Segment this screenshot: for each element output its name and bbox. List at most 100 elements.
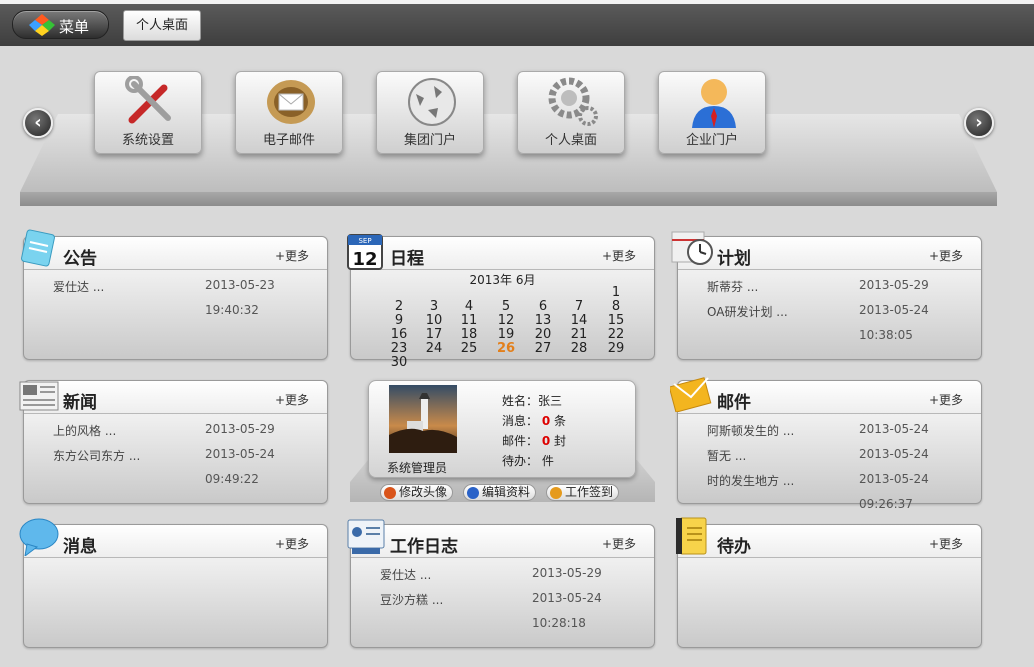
menu-label: 菜单 [59, 18, 90, 36]
clock-calendar-icon [671, 231, 713, 265]
calendar-day[interactable]: 24 [422, 341, 446, 356]
tools-icon [125, 76, 171, 124]
calendar-day[interactable]: 12 [494, 313, 518, 328]
calendar-day[interactable]: 28 [567, 341, 591, 356]
calendar-day[interactable]: 29 [604, 341, 628, 356]
calendar-day[interactable]: 21 [567, 327, 591, 342]
calendar-icon-day: 12 [352, 249, 377, 270]
message-count: 0 [541, 414, 551, 428]
calendar-day[interactable]: 18 [457, 327, 481, 342]
calendar-day[interactable]: 4 [457, 299, 481, 314]
gears-icon [548, 77, 598, 126]
calendar-day[interactable]: 11 [457, 313, 481, 328]
globe-icon [408, 78, 456, 126]
calendar-day[interactable]: 2 [387, 299, 411, 314]
edit-profile-button[interactable]: 编辑资料 [463, 484, 537, 501]
profile-card: 系统管理员 姓名：张三 消息： 0 条 邮件： 0 封 待办： 件 [368, 380, 636, 478]
user-icon [384, 487, 396, 499]
scroll-right-arrow-icon[interactable]: › [964, 108, 994, 138]
calendar-day[interactable]: 26 [494, 341, 518, 356]
mailbox-icon [267, 80, 315, 124]
tab-personal-desktop[interactable]: 个人桌面 [123, 10, 201, 41]
calendar-day[interactable]: 10 [422, 313, 446, 328]
avatar[interactable] [389, 385, 457, 453]
clock-icon [550, 487, 562, 499]
calendar-icon: SEP 12 [347, 234, 383, 270]
more-link[interactable]: +更多 [275, 247, 309, 264]
envelope-icon [670, 377, 712, 412]
calendar-day[interactable]: 5 [494, 299, 518, 314]
app-label: 个人桌面 [544, 133, 597, 148]
app-label: 系统设置 [121, 133, 174, 148]
avatar-caption: 系统管理员 [387, 461, 448, 475]
notebook-icon [676, 517, 707, 555]
more-link[interactable]: +更多 [929, 535, 963, 552]
more-link[interactable]: +更多 [929, 247, 963, 264]
calendar-day[interactable]: 8 [604, 299, 628, 314]
user-icon [692, 79, 736, 128]
work-checkin-button[interactable]: 工作签到 [546, 484, 620, 501]
change-avatar-button[interactable]: 修改头像 [380, 484, 454, 501]
newspaper-icon [19, 381, 59, 411]
speech-bubble-icon [19, 518, 59, 556]
mail-panel: 邮件 +更多 阿斯顿发生的 ... 2013-05-24 暂无 ... 2013… [677, 380, 982, 511]
profile-name-row: 姓名：张三 [502, 394, 563, 408]
app-group-portal[interactable]: 集团门户 [376, 71, 484, 154]
calendar-day[interactable]: 6 [531, 299, 555, 314]
calendar-day[interactable]: 20 [531, 327, 555, 342]
calendar-day[interactable]: 14 [567, 313, 591, 328]
mail-count: 0 [541, 434, 551, 448]
more-link[interactable]: +更多 [602, 247, 636, 264]
profile-mail-row[interactable]: 邮件： 0 封 [502, 432, 566, 449]
schedule-panel: 日程 +更多 2013年 6月 1 2 3 4 5 6 7 8 9 10 11 12 13 14 15 16 1… [350, 236, 655, 370]
panel-title: 待办 [717, 537, 751, 557]
calendar-day[interactable]: 30 [387, 355, 411, 370]
calendar-day[interactable]: 19 [494, 327, 518, 342]
top-bar: 菜单 个人桌面 [0, 0, 1034, 46]
worklog-panel: 工作日志 +更多 爱仕达 ... 2013-05-29 豆沙方糕 ... 201… [350, 524, 655, 648]
calendar-day[interactable]: 16 [387, 327, 411, 342]
lighthouse-image [389, 393, 457, 453]
profile-messages-row[interactable]: 消息： 0 条 [502, 412, 566, 429]
calendar-day[interactable]: 3 [422, 299, 446, 314]
panel-title: 日程 [390, 249, 424, 269]
calendar-icon-month: SEP [358, 237, 371, 245]
app-label: 集团门户 [403, 133, 456, 148]
more-link[interactable]: +更多 [275, 535, 309, 552]
calendar-day[interactable]: 9 [387, 313, 411, 328]
news-panel: 新闻 +更多 上的风格 ... 2013-05-29 东方公司东方 ... 20… [23, 380, 328, 504]
profile-todo-row[interactable]: 待办： 件 [502, 452, 554, 469]
calendar-day[interactable]: 22 [604, 327, 628, 342]
calendar-day[interactable]: 15 [604, 313, 628, 328]
calendar-day[interactable]: 13 [531, 313, 555, 328]
panel-title: 消息 [63, 537, 97, 557]
todo-panel: 待办 +更多 [677, 524, 982, 648]
panel-title: 工作日志 [390, 537, 458, 557]
calendar-day[interactable]: 1 [604, 285, 628, 300]
calendar-day[interactable]: 7 [567, 299, 591, 314]
panel-title: 公告 [63, 249, 97, 269]
calendar-day[interactable]: 17 [422, 327, 446, 342]
contact-card-icon [347, 519, 385, 554]
calendar-day[interactable]: 25 [457, 341, 481, 356]
profile-name: 张三 [538, 394, 563, 408]
plan-panel: 计划 +更多 斯蒂芬 ... 2013-05-29 OA研发计划 ... 201… [677, 236, 982, 360]
app-personal-desktop[interactable]: 个人桌面 [517, 71, 625, 154]
notepad-icon [21, 229, 55, 267]
app-enterprise-portal[interactable]: 企业门户 [658, 71, 766, 154]
scroll-left-arrow-icon[interactable]: ‹ [23, 108, 53, 138]
calendar-day[interactable]: 23 [387, 341, 411, 356]
info-icon [467, 487, 479, 499]
more-link[interactable]: +更多 [275, 391, 309, 408]
panel-title: 计划 [717, 249, 751, 269]
app-label: 电子邮件 [262, 133, 315, 148]
panel-title: 新闻 [63, 393, 97, 413]
more-link[interactable]: +更多 [602, 535, 636, 552]
more-link[interactable]: +更多 [929, 391, 963, 408]
calendar-day[interactable]: 27 [531, 341, 555, 356]
app-label: 企业门户 [685, 133, 738, 148]
app-system-settings[interactable]: 系统设置 [94, 71, 202, 154]
menu-button[interactable]: 菜单 [12, 10, 109, 39]
message-panel: 消息 +更多 [23, 524, 328, 648]
app-email[interactable]: 电子邮件 [235, 71, 343, 154]
